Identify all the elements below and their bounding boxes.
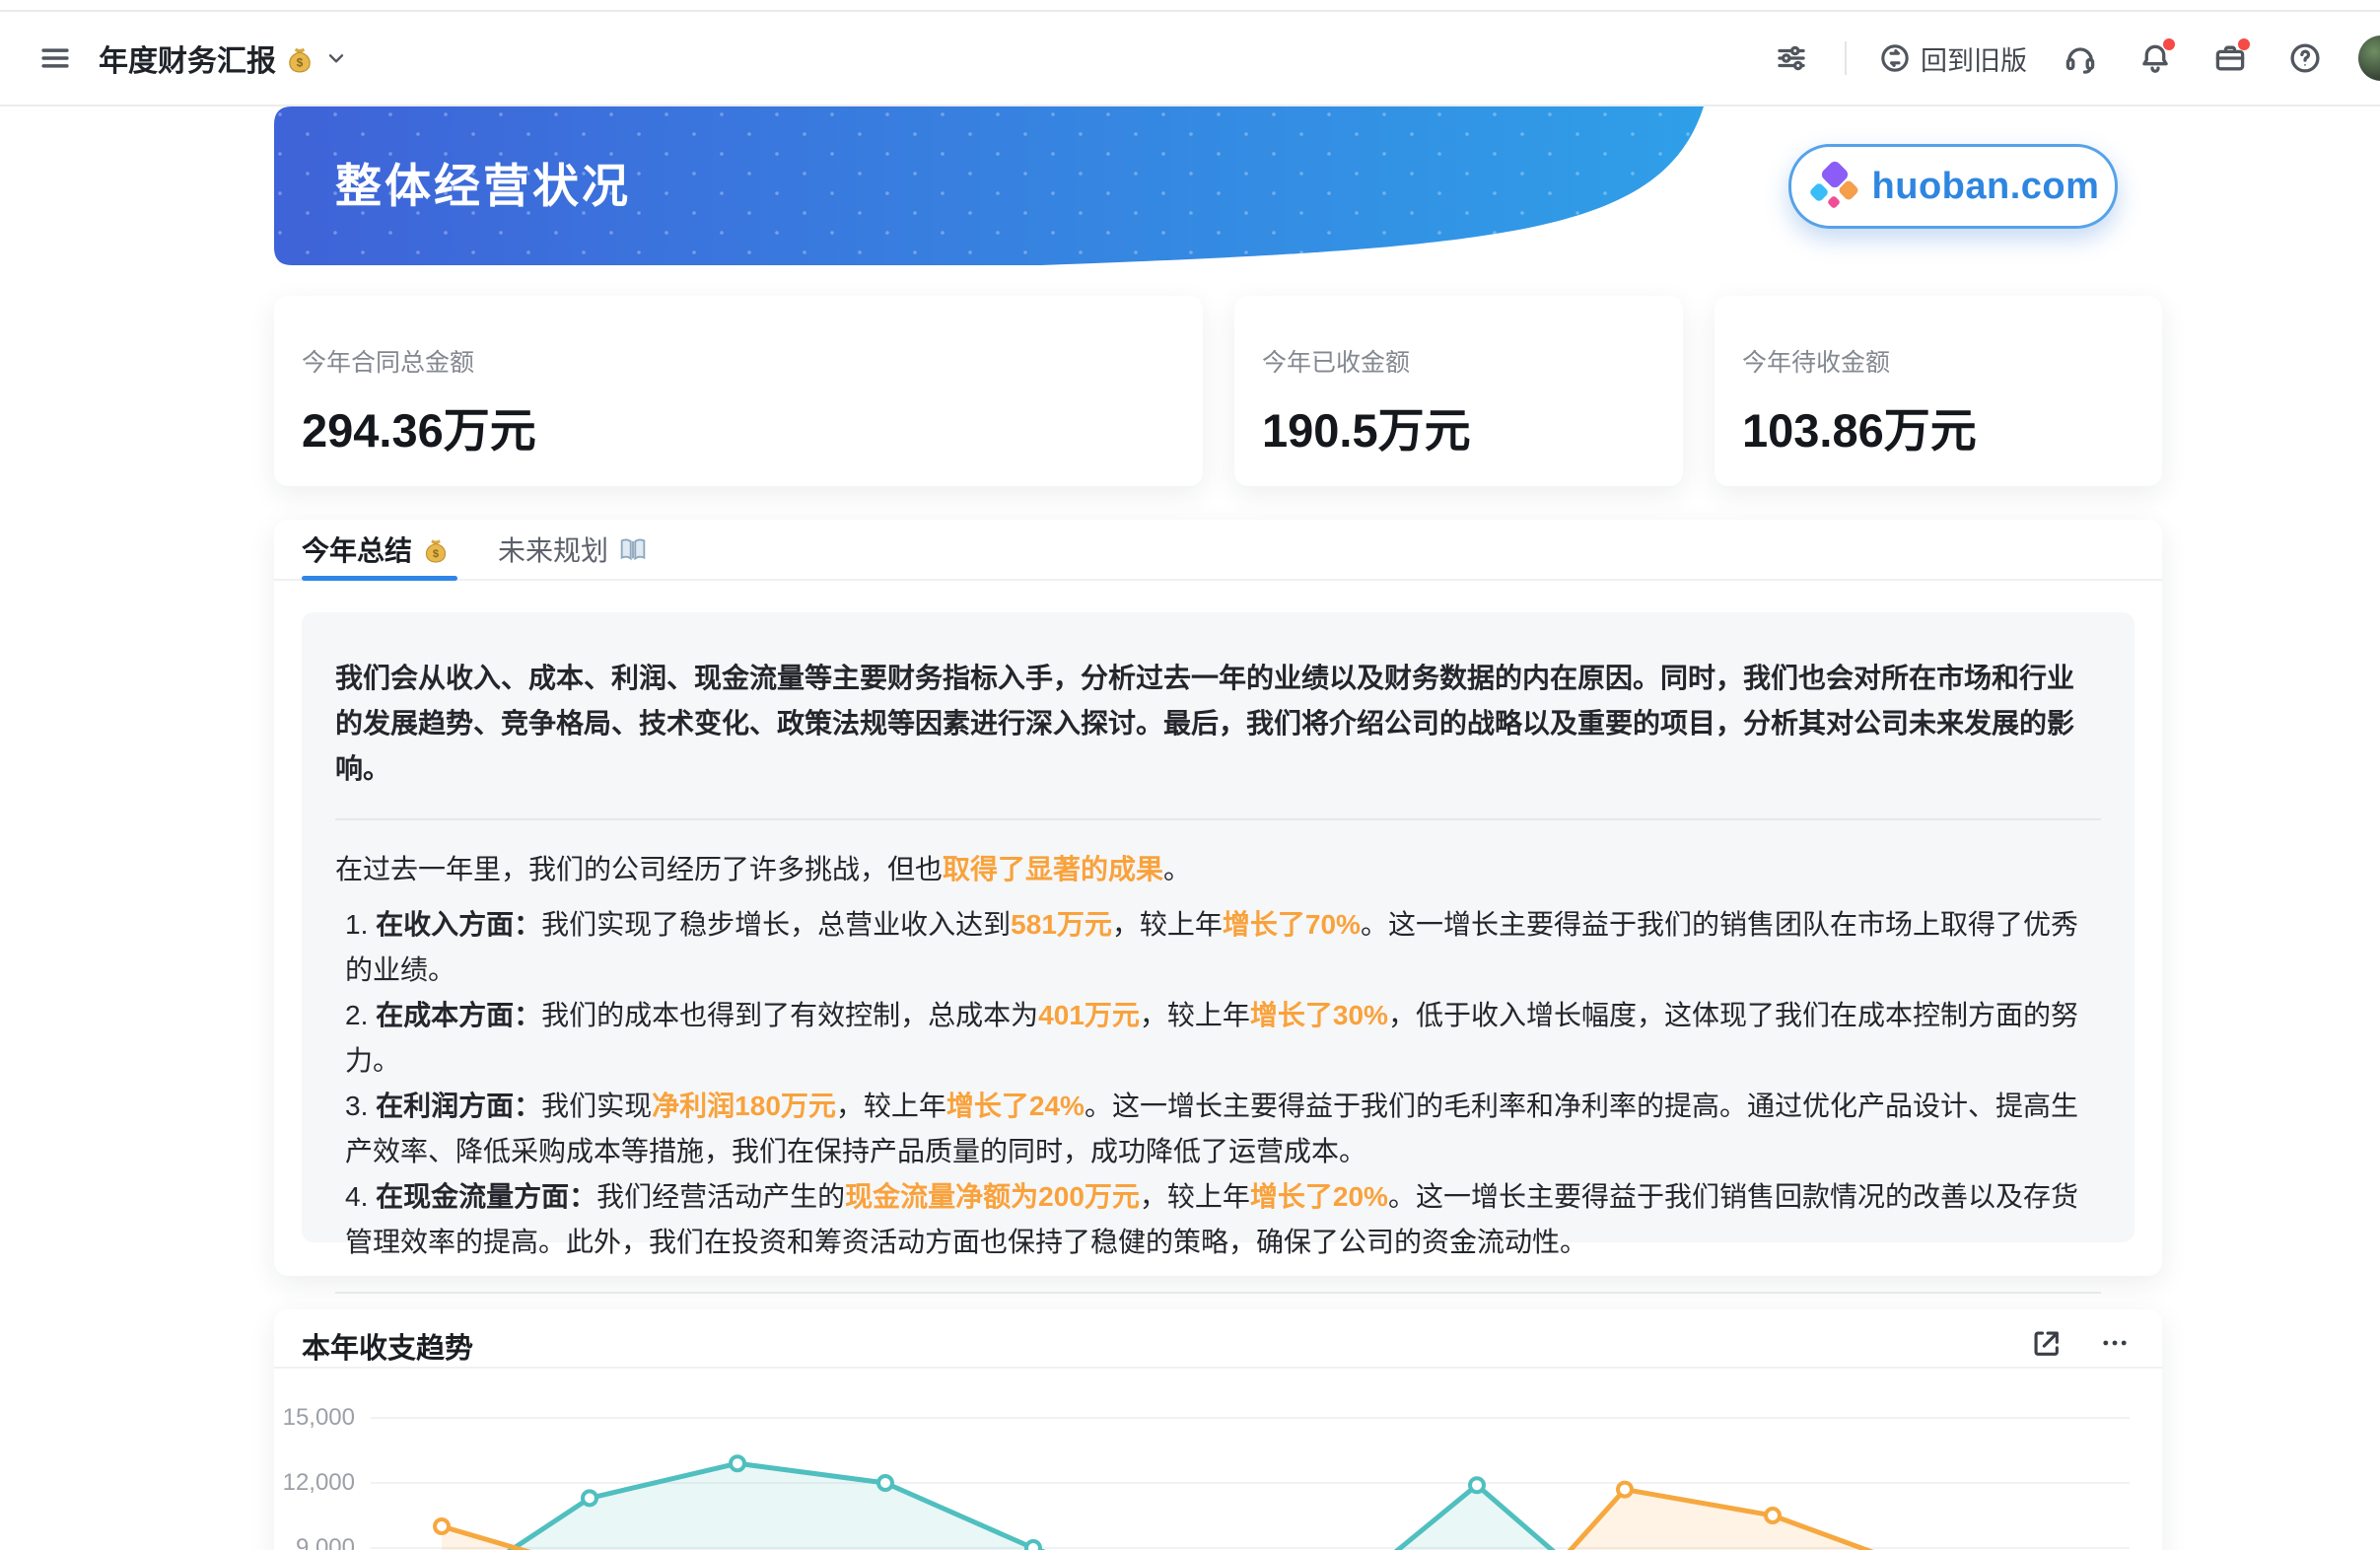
trend-line-chart[interactable] <box>274 1367 2162 1550</box>
stat-label: 今年合同总金额 <box>302 343 1175 379</box>
tab-this-year-summary[interactable]: 今年总结 $ <box>302 529 451 569</box>
active-tab-underline <box>302 576 457 581</box>
trend-chart-card: 本年收支趋势 15,000 12,000 9,000 <box>274 1309 2162 1550</box>
huoban-logo-icon <box>1807 159 1862 214</box>
tabs-divider <box>274 579 2162 581</box>
ellipsis-icon <box>2098 1326 2132 1360</box>
brand-logo-pill: huoban.com <box>1788 144 2118 229</box>
summary-intro: 我们会从收入、成本、利润、现金流量等主要财务指标入手，分析过去一年的业绩以及财务… <box>335 656 2101 792</box>
svg-text:$: $ <box>433 548 440 560</box>
hamburger-menu-button[interactable] <box>34 36 77 80</box>
tab-bar: 今年总结 $ 未来规划 <box>302 520 649 579</box>
list-item-profit: 3. 在利润方面：我们实现净利润180万元，较上年增长了24%。这一增长主要得益… <box>335 1084 2101 1174</box>
stat-label: 今年已收金额 <box>1262 343 1655 379</box>
notifications-button[interactable] <box>2134 36 2177 80</box>
stat-value: 103.86万元 <box>1742 392 2135 460</box>
back-to-old-version-label: 回到旧版 <box>1921 39 2027 78</box>
panel-divider <box>335 1292 2101 1294</box>
topbar: 年度财务汇报 $ 回到旧版 <box>0 12 2380 106</box>
money-bag-icon: $ <box>284 42 315 74</box>
app-title-group[interactable]: 年度财务汇报 $ <box>99 36 349 80</box>
svg-text:$: $ <box>297 55 304 69</box>
list-item-cashflow: 4. 在现金流量方面：我们经营活动产生的现金流量净额为200万元，较上年增长了2… <box>335 1174 2101 1265</box>
list-item-cost: 2. 在成本方面：我们的成本也得到了有效控制，总成本为401万元，较上年增长了3… <box>335 993 2101 1084</box>
brand-logo-text: huoban.com <box>1872 166 2100 208</box>
open-in-new-button[interactable] <box>2024 1321 2067 1365</box>
help-button[interactable] <box>2283 36 2327 80</box>
chevron-down-icon <box>323 45 349 71</box>
stat-card-received: 今年已收金额 190.5万元 <box>1234 296 1683 486</box>
tab-future-plan[interactable]: 未来规划 <box>498 529 649 569</box>
summary-achievement-line: 在过去一年里，我们的公司经历了许多挑战，但也取得了显著的成果。 <box>335 847 2101 892</box>
workbench-badge <box>2238 38 2250 50</box>
stat-label: 今年待收金额 <box>1742 343 2135 379</box>
open-book-icon <box>617 533 649 565</box>
money-bag-icon: $ <box>421 534 451 564</box>
summary-panel: 我们会从收入、成本、利润、现金流量等主要财务指标入手，分析过去一年的业绩以及财务… <box>302 612 2135 1242</box>
summary-card: 今年总结 $ 未来规划 我们会从收入、成本、利润、现金流量等主要财务指标入手，分… <box>274 520 2162 1276</box>
hamburger-icon <box>36 39 74 77</box>
user-avatar[interactable] <box>2358 35 2380 81</box>
tab-label: 未来规划 <box>498 529 608 569</box>
stat-value: 190.5万元 <box>1262 392 1655 460</box>
support-button[interactable] <box>2059 36 2102 80</box>
stat-card-contract-total: 今年合同总金额 294.36万元 <box>274 296 1203 486</box>
topbar-divider <box>1845 41 1847 75</box>
sliders-icon <box>1774 40 1809 76</box>
external-link-icon <box>2029 1326 2063 1360</box>
more-options-button[interactable] <box>2093 1321 2136 1365</box>
annual-finance-report-page: { "topbar": { "title": "年度财务汇报", "title_… <box>0 0 2380 1550</box>
tab-label: 今年总结 <box>302 529 412 569</box>
page-title: 年度财务汇报 <box>99 36 276 80</box>
list-item-revenue: 1. 在收入方面：我们实现了稳步增长，总营业收入达到581万元，较上年增长了70… <box>335 902 2101 993</box>
stat-value: 294.36万元 <box>302 392 1175 460</box>
chart-title: 本年收支趋势 <box>302 1325 473 1367</box>
help-icon <box>2287 40 2323 76</box>
back-to-old-version-button[interactable]: 回到旧版 <box>1878 39 2027 78</box>
stat-card-pending: 今年待收金额 103.86万元 <box>1715 296 2162 486</box>
headset-icon <box>2063 40 2098 76</box>
panel-divider <box>335 818 2101 820</box>
notification-badge <box>2163 38 2175 50</box>
banner-title: 整体经营状况 <box>335 148 631 216</box>
display-settings-button[interactable] <box>1770 36 1813 80</box>
switch-version-icon <box>1878 41 1912 75</box>
workbench-button[interactable] <box>2208 36 2252 80</box>
